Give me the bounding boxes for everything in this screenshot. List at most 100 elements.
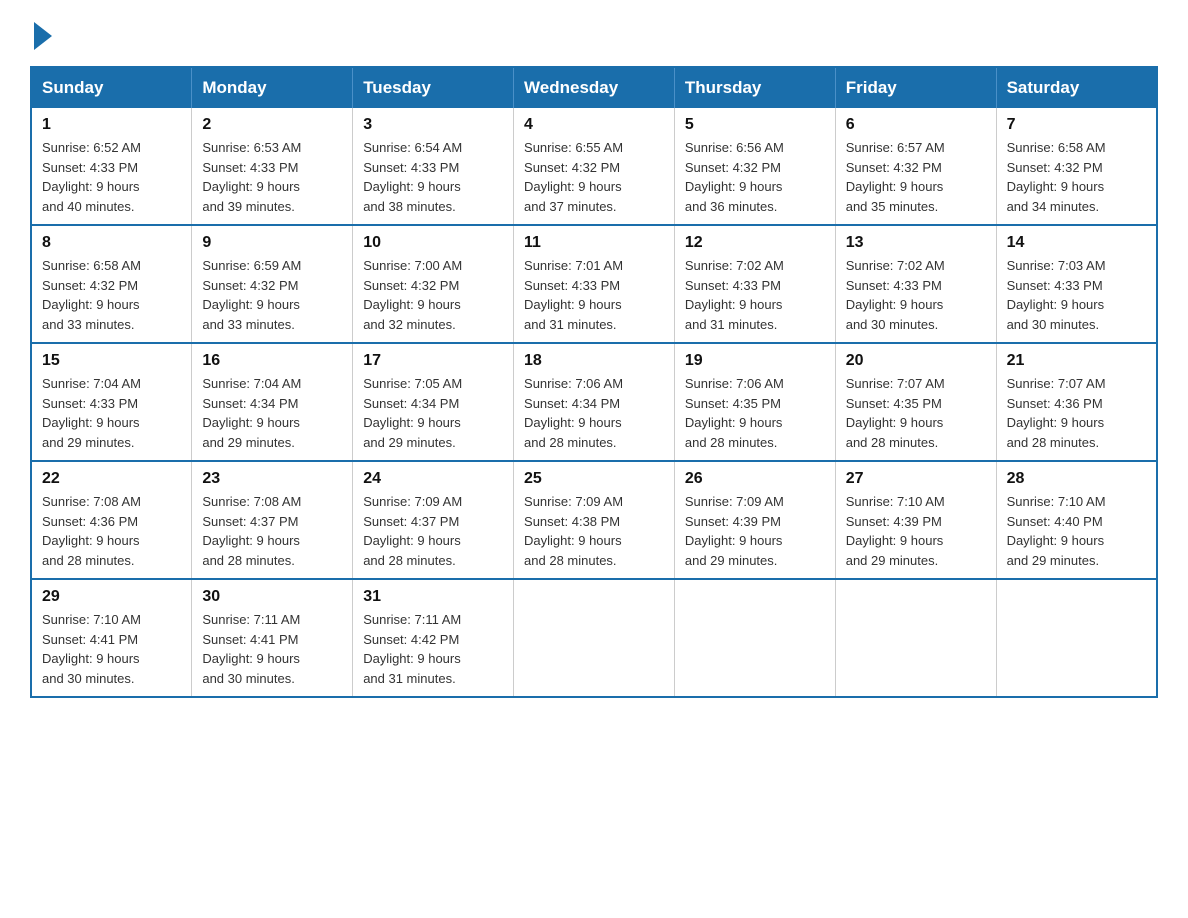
calendar-day-cell: 10 Sunrise: 7:00 AMSunset: 4:32 PMDaylig…	[353, 225, 514, 343]
day-number: 18	[524, 352, 664, 370]
day-info: Sunrise: 6:57 AMSunset: 4:32 PMDaylight:…	[846, 140, 945, 214]
day-number: 15	[42, 352, 181, 370]
calendar-day-cell: 20 Sunrise: 7:07 AMSunset: 4:35 PMDaylig…	[835, 343, 996, 461]
calendar-day-cell: 14 Sunrise: 7:03 AMSunset: 4:33 PMDaylig…	[996, 225, 1157, 343]
day-info: Sunrise: 6:58 AMSunset: 4:32 PMDaylight:…	[42, 258, 141, 332]
calendar-day-cell: 6 Sunrise: 6:57 AMSunset: 4:32 PMDayligh…	[835, 108, 996, 225]
day-number: 23	[202, 470, 342, 488]
calendar-day-cell: 7 Sunrise: 6:58 AMSunset: 4:32 PMDayligh…	[996, 108, 1157, 225]
calendar-day-cell: 2 Sunrise: 6:53 AMSunset: 4:33 PMDayligh…	[192, 108, 353, 225]
day-number: 26	[685, 470, 825, 488]
day-number: 8	[42, 234, 181, 252]
day-info: Sunrise: 7:08 AMSunset: 4:36 PMDaylight:…	[42, 494, 141, 568]
day-number: 10	[363, 234, 503, 252]
calendar-day-cell: 18 Sunrise: 7:06 AMSunset: 4:34 PMDaylig…	[514, 343, 675, 461]
day-info: Sunrise: 7:02 AMSunset: 4:33 PMDaylight:…	[846, 258, 945, 332]
day-info: Sunrise: 7:02 AMSunset: 4:33 PMDaylight:…	[685, 258, 784, 332]
day-number: 2	[202, 116, 342, 134]
calendar-day-cell: 27 Sunrise: 7:10 AMSunset: 4:39 PMDaylig…	[835, 461, 996, 579]
calendar-day-cell: 11 Sunrise: 7:01 AMSunset: 4:33 PMDaylig…	[514, 225, 675, 343]
calendar-day-cell: 4 Sunrise: 6:55 AMSunset: 4:32 PMDayligh…	[514, 108, 675, 225]
calendar-day-cell: 15 Sunrise: 7:04 AMSunset: 4:33 PMDaylig…	[31, 343, 192, 461]
calendar-day-cell: 9 Sunrise: 6:59 AMSunset: 4:32 PMDayligh…	[192, 225, 353, 343]
day-info: Sunrise: 7:07 AMSunset: 4:35 PMDaylight:…	[846, 376, 945, 450]
calendar-day-cell: 19 Sunrise: 7:06 AMSunset: 4:35 PMDaylig…	[674, 343, 835, 461]
day-info: Sunrise: 6:58 AMSunset: 4:32 PMDaylight:…	[1007, 140, 1106, 214]
day-of-week-header: Monday	[192, 67, 353, 108]
day-number: 7	[1007, 116, 1146, 134]
day-info: Sunrise: 7:00 AMSunset: 4:32 PMDaylight:…	[363, 258, 462, 332]
calendar-day-cell	[674, 579, 835, 697]
calendar-day-cell: 8 Sunrise: 6:58 AMSunset: 4:32 PMDayligh…	[31, 225, 192, 343]
day-number: 11	[524, 234, 664, 252]
day-info: Sunrise: 7:05 AMSunset: 4:34 PMDaylight:…	[363, 376, 462, 450]
day-number: 5	[685, 116, 825, 134]
day-info: Sunrise: 7:10 AMSunset: 4:39 PMDaylight:…	[846, 494, 945, 568]
day-info: Sunrise: 7:09 AMSunset: 4:39 PMDaylight:…	[685, 494, 784, 568]
calendar-day-cell: 12 Sunrise: 7:02 AMSunset: 4:33 PMDaylig…	[674, 225, 835, 343]
day-number: 4	[524, 116, 664, 134]
day-number: 28	[1007, 470, 1146, 488]
day-info: Sunrise: 7:11 AMSunset: 4:41 PMDaylight:…	[202, 612, 300, 686]
day-of-week-header: Tuesday	[353, 67, 514, 108]
day-number: 3	[363, 116, 503, 134]
day-number: 6	[846, 116, 986, 134]
calendar-day-cell: 13 Sunrise: 7:02 AMSunset: 4:33 PMDaylig…	[835, 225, 996, 343]
calendar-day-cell: 29 Sunrise: 7:10 AMSunset: 4:41 PMDaylig…	[31, 579, 192, 697]
day-info: Sunrise: 6:59 AMSunset: 4:32 PMDaylight:…	[202, 258, 301, 332]
day-info: Sunrise: 6:55 AMSunset: 4:32 PMDaylight:…	[524, 140, 623, 214]
calendar-header-row: SundayMondayTuesdayWednesdayThursdayFrid…	[31, 67, 1157, 108]
day-number: 27	[846, 470, 986, 488]
logo-arrow-icon	[34, 22, 52, 50]
day-info: Sunrise: 7:10 AMSunset: 4:40 PMDaylight:…	[1007, 494, 1106, 568]
day-of-week-header: Friday	[835, 67, 996, 108]
day-number: 24	[363, 470, 503, 488]
day-number: 21	[1007, 352, 1146, 370]
calendar-week-row: 15 Sunrise: 7:04 AMSunset: 4:33 PMDaylig…	[31, 343, 1157, 461]
day-info: Sunrise: 6:54 AMSunset: 4:33 PMDaylight:…	[363, 140, 462, 214]
day-number: 13	[846, 234, 986, 252]
day-number: 19	[685, 352, 825, 370]
day-number: 17	[363, 352, 503, 370]
day-info: Sunrise: 7:09 AMSunset: 4:37 PMDaylight:…	[363, 494, 462, 568]
day-info: Sunrise: 7:01 AMSunset: 4:33 PMDaylight:…	[524, 258, 623, 332]
logo	[30, 20, 52, 46]
calendar-day-cell: 31 Sunrise: 7:11 AMSunset: 4:42 PMDaylig…	[353, 579, 514, 697]
calendar-day-cell: 21 Sunrise: 7:07 AMSunset: 4:36 PMDaylig…	[996, 343, 1157, 461]
day-info: Sunrise: 7:08 AMSunset: 4:37 PMDaylight:…	[202, 494, 301, 568]
day-info: Sunrise: 7:07 AMSunset: 4:36 PMDaylight:…	[1007, 376, 1106, 450]
calendar-day-cell: 17 Sunrise: 7:05 AMSunset: 4:34 PMDaylig…	[353, 343, 514, 461]
calendar-day-cell: 5 Sunrise: 6:56 AMSunset: 4:32 PMDayligh…	[674, 108, 835, 225]
day-info: Sunrise: 7:09 AMSunset: 4:38 PMDaylight:…	[524, 494, 623, 568]
calendar-day-cell: 16 Sunrise: 7:04 AMSunset: 4:34 PMDaylig…	[192, 343, 353, 461]
calendar-day-cell: 28 Sunrise: 7:10 AMSunset: 4:40 PMDaylig…	[996, 461, 1157, 579]
calendar-day-cell	[835, 579, 996, 697]
day-of-week-header: Saturday	[996, 67, 1157, 108]
day-number: 29	[42, 588, 181, 606]
calendar-week-row: 22 Sunrise: 7:08 AMSunset: 4:36 PMDaylig…	[31, 461, 1157, 579]
day-number: 31	[363, 588, 503, 606]
calendar-day-cell	[514, 579, 675, 697]
day-number: 16	[202, 352, 342, 370]
calendar-week-row: 8 Sunrise: 6:58 AMSunset: 4:32 PMDayligh…	[31, 225, 1157, 343]
day-info: Sunrise: 7:03 AMSunset: 4:33 PMDaylight:…	[1007, 258, 1106, 332]
day-info: Sunrise: 7:06 AMSunset: 4:35 PMDaylight:…	[685, 376, 784, 450]
day-info: Sunrise: 7:10 AMSunset: 4:41 PMDaylight:…	[42, 612, 141, 686]
calendar-table: SundayMondayTuesdayWednesdayThursdayFrid…	[30, 66, 1158, 698]
calendar-day-cell: 24 Sunrise: 7:09 AMSunset: 4:37 PMDaylig…	[353, 461, 514, 579]
calendar-day-cell: 3 Sunrise: 6:54 AMSunset: 4:33 PMDayligh…	[353, 108, 514, 225]
day-info: Sunrise: 6:53 AMSunset: 4:33 PMDaylight:…	[202, 140, 301, 214]
calendar-day-cell: 1 Sunrise: 6:52 AMSunset: 4:33 PMDayligh…	[31, 108, 192, 225]
calendar-week-row: 29 Sunrise: 7:10 AMSunset: 4:41 PMDaylig…	[31, 579, 1157, 697]
day-number: 22	[42, 470, 181, 488]
day-number: 30	[202, 588, 342, 606]
day-number: 20	[846, 352, 986, 370]
day-number: 25	[524, 470, 664, 488]
day-number: 1	[42, 116, 181, 134]
calendar-day-cell	[996, 579, 1157, 697]
day-number: 12	[685, 234, 825, 252]
calendar-week-row: 1 Sunrise: 6:52 AMSunset: 4:33 PMDayligh…	[31, 108, 1157, 225]
day-number: 14	[1007, 234, 1146, 252]
day-info: Sunrise: 7:11 AMSunset: 4:42 PMDaylight:…	[363, 612, 461, 686]
day-info: Sunrise: 7:04 AMSunset: 4:34 PMDaylight:…	[202, 376, 301, 450]
